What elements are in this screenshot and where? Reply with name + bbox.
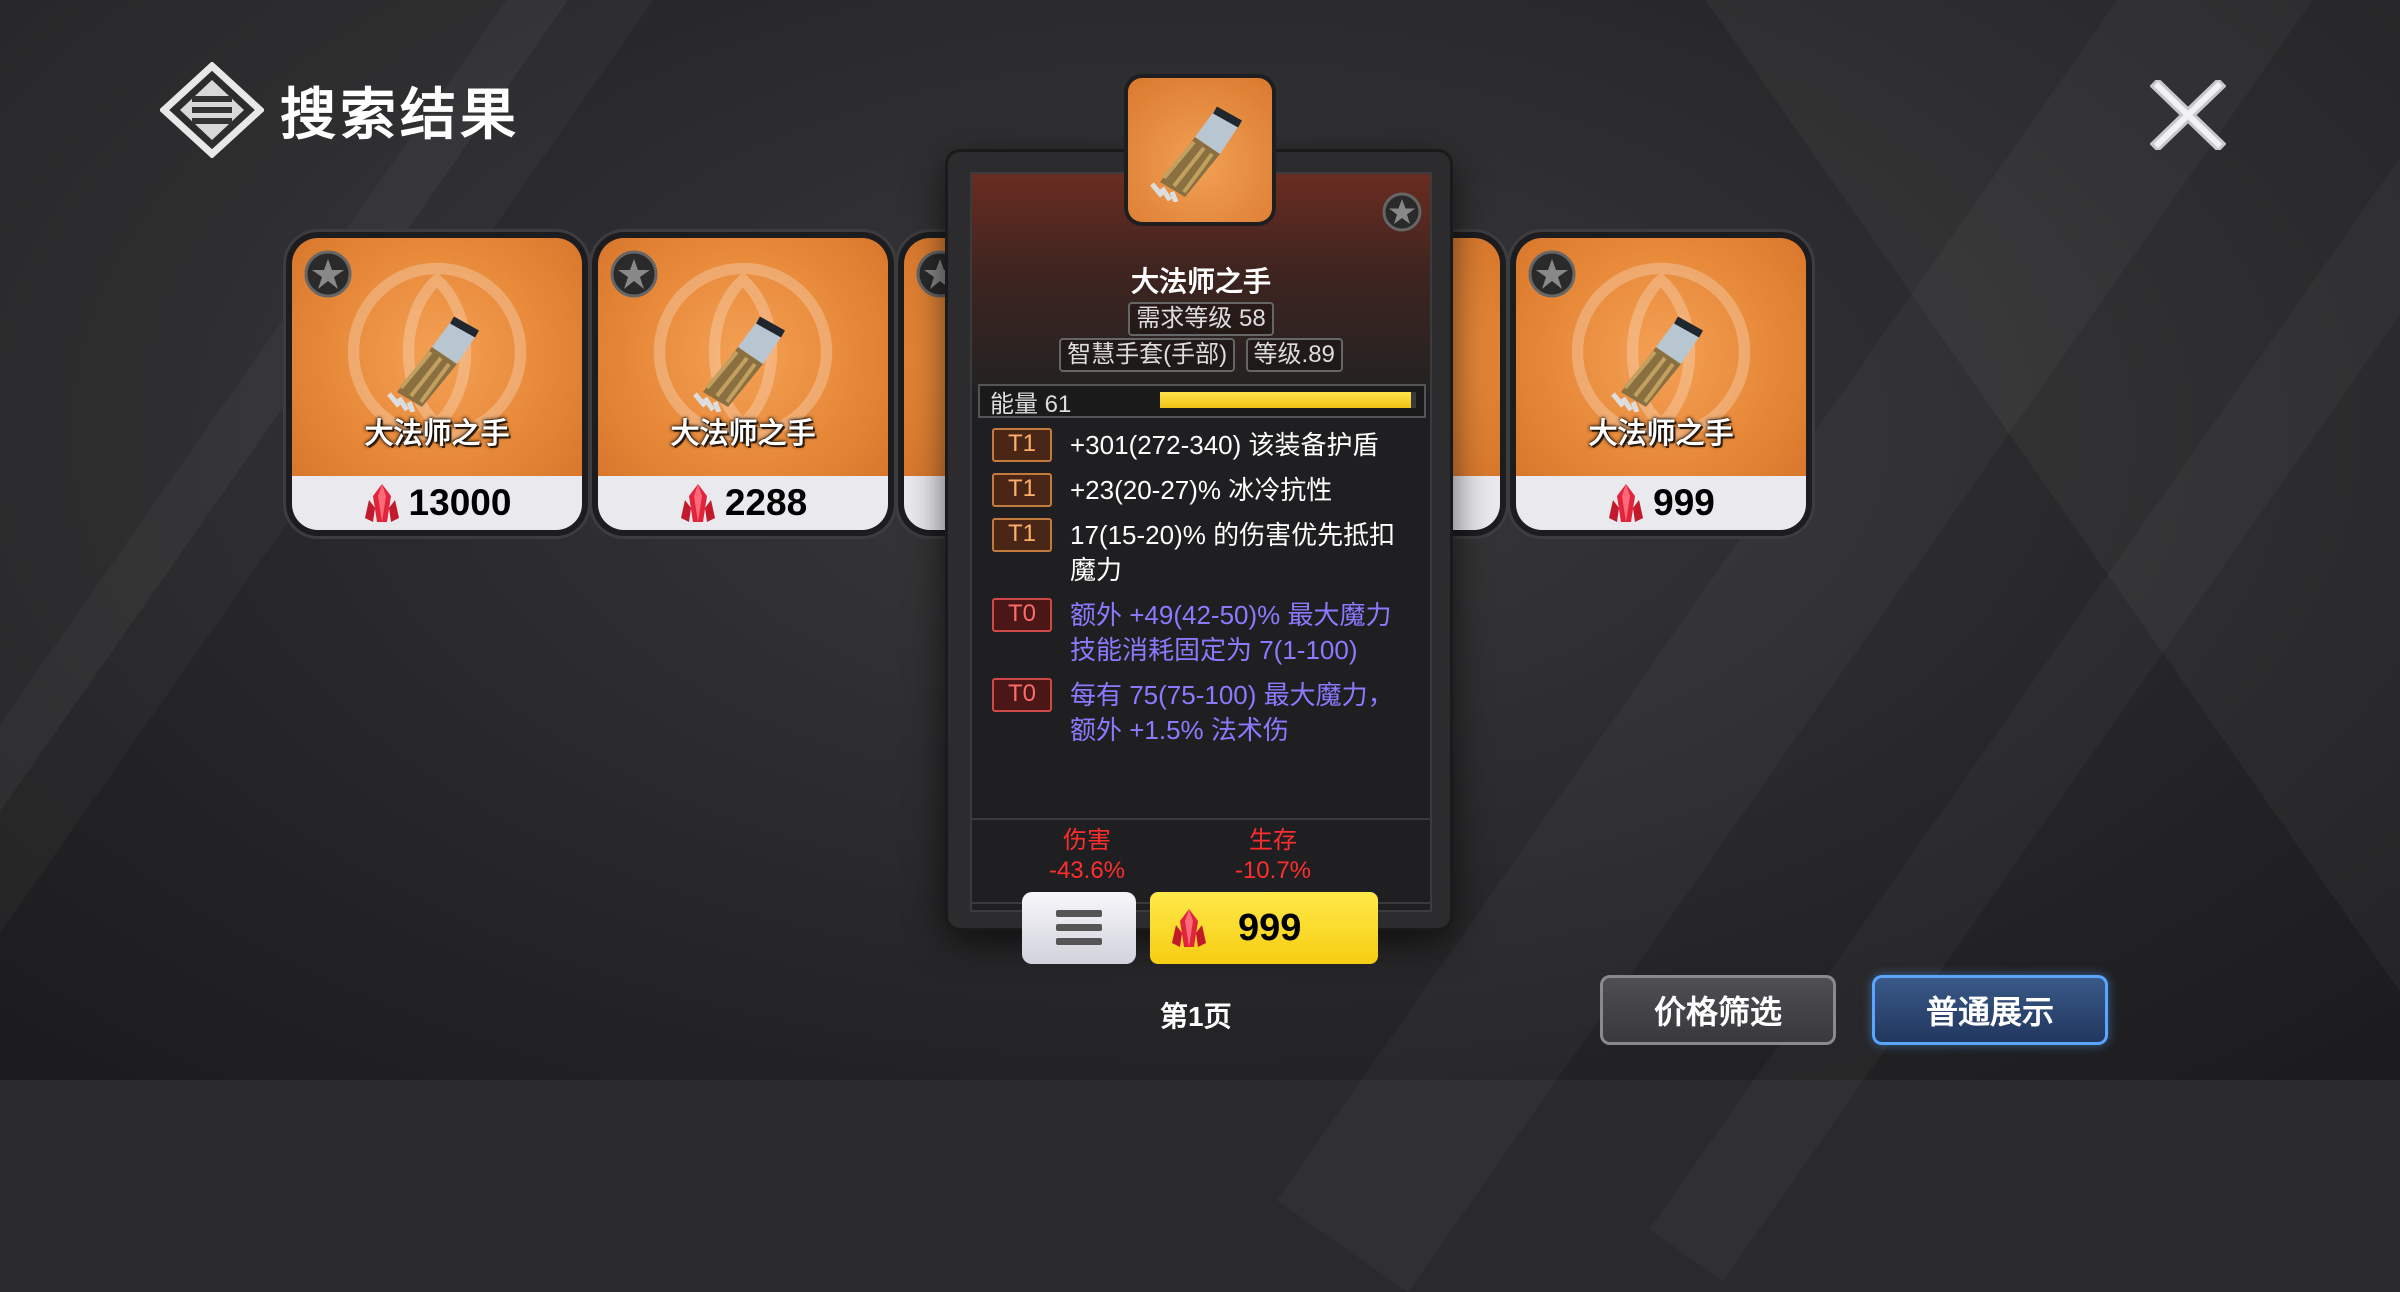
affix-tier-badge: T1 — [992, 518, 1052, 552]
affix-row: T0 每有 75(75-100) 最大魔力，额外 +1.5% 法术伤 — [992, 678, 1422, 748]
affix-text: +23(20-27)% 冰冷抗性 — [1070, 475, 1333, 505]
red-crystal-icon — [364, 484, 399, 522]
card-item-name: 大法师之手 — [364, 418, 510, 450]
page-title: 搜索结果 — [280, 82, 520, 146]
page-indicator: 第1页 — [1160, 1001, 1232, 1032]
menu-button[interactable] — [1022, 892, 1136, 964]
affix-text: 额外 +49(42-50)% 最大魔力 — [1070, 600, 1392, 630]
survival-stat: 生存 -10.7% — [1234, 827, 1312, 884]
three-bars-diamond-logo — [160, 62, 264, 158]
close-icon[interactable] — [2150, 80, 2226, 150]
affix-row: T0 额外 +49(42-50)% 最大魔力 技能消耗固定为 7(1-100) — [992, 598, 1422, 668]
affix-list: T1 +301(272-340) 该装备护盾 T1 +23(20-27)% 冰冷抗性 T… — [992, 428, 1422, 758]
card-price: 2288 — [724, 482, 808, 523]
level-requirement: 需求等级 58 — [1128, 302, 1274, 336]
favorite-star-icon[interactable] — [1382, 192, 1422, 232]
menu-icon — [1056, 910, 1102, 945]
affix-subtext: 技能消耗固定为 7(1-100) — [1070, 635, 1358, 665]
header: 搜索结果 — [160, 62, 520, 158]
energy-fill — [1160, 392, 1411, 408]
item-detail-panel: 大法师之手 需求等级 58 智慧手套(手部) 等级.89 能量 61 T1 +30… — [970, 172, 1432, 912]
divider — [972, 818, 1430, 820]
affix-text: 每有 75(75-100) 最大魔力，额外 +1.5% 法术伤 — [1070, 680, 1394, 745]
card-price: 13000 — [408, 482, 512, 523]
red-crystal-icon — [1172, 909, 1206, 947]
damage-stat: 伤害 -43.6% — [1048, 827, 1126, 884]
gauntlet-icon — [1150, 106, 1242, 203]
favorite-star-icon[interactable] — [304, 250, 352, 298]
item-icon-tile — [1128, 78, 1272, 222]
item-type: 智慧手套(手部) — [1059, 338, 1236, 372]
gauntlet-icon — [387, 316, 479, 412]
red-crystal-icon — [1609, 484, 1644, 522]
buy-price: 999 — [1238, 906, 1302, 949]
affix-row: T1 +301(272-340) 该装备护盾 — [992, 428, 1422, 463]
buy-button[interactable]: 999 — [1150, 892, 1378, 964]
energy-bar: 能量 61 — [978, 384, 1426, 418]
price-filter-button[interactable]: 价格筛选 — [1600, 975, 1836, 1045]
item-card[interactable]: 大法师之手 13000 — [292, 238, 582, 530]
gauntlet-icon — [1611, 316, 1703, 412]
item-card[interactable]: 大法师之手 2288 — [598, 238, 888, 530]
affix-row: T1 17(15-20)% 的伤害优先抵扣魔力 — [992, 518, 1422, 588]
normal-display-button[interactable]: 普通展示 — [1872, 975, 2108, 1045]
affix-row: T1 +23(20-27)% 冰冷抗性 — [992, 473, 1422, 508]
gauntlet-icon — [693, 316, 785, 412]
card-item-name: 大法师之手 — [1588, 418, 1734, 450]
affix-tier-badge: T0 — [992, 678, 1052, 712]
card-item-name: 大法师之手 — [670, 418, 816, 450]
favorite-star-icon[interactable] — [1528, 250, 1576, 298]
red-crystal-icon — [680, 484, 715, 522]
affix-tier-badge: T1 — [992, 473, 1052, 507]
item-name: 大法师之手 — [1130, 266, 1271, 297]
affix-tier-badge: T1 — [992, 428, 1052, 462]
affix-text: +301(272-340) 该装备护盾 — [1070, 430, 1379, 460]
favorite-star-icon[interactable] — [610, 250, 658, 298]
energy-label: 能量 61 — [990, 390, 1072, 418]
item-level: 等级.89 — [1245, 338, 1343, 372]
item-card[interactable]: 大法师之手 999 — [1516, 238, 1806, 530]
affix-text: 17(15-20)% 的伤害优先抵扣魔力 — [1070, 520, 1396, 585]
affix-tier-badge: T0 — [992, 598, 1052, 632]
card-price: 999 — [1653, 482, 1715, 523]
